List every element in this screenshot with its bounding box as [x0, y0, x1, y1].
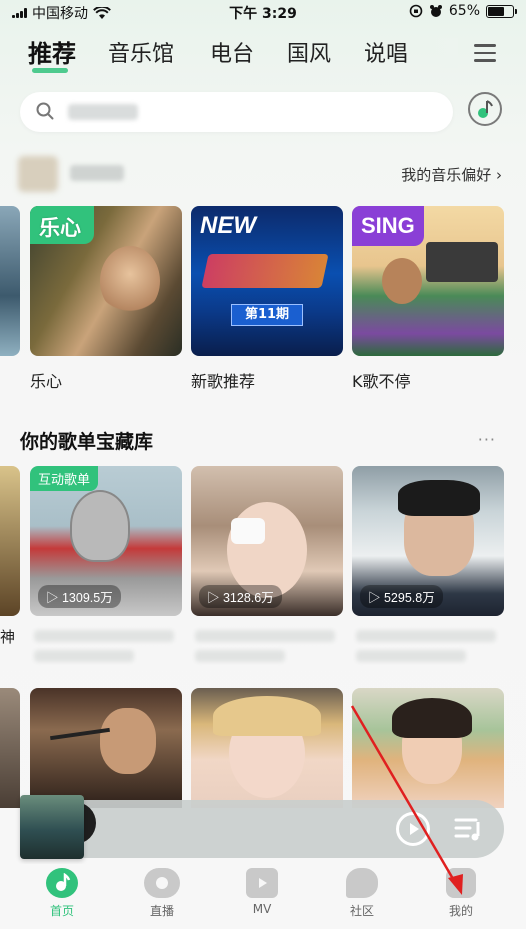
playlist-card-3[interactable]: ▷ 5295.8万: [352, 466, 504, 616]
row3-1-art-face: [100, 708, 156, 774]
row3-3-art-hair: [392, 698, 472, 738]
top-tabs: 推荐 音乐馆 电台 国风 说唱: [0, 36, 526, 80]
tab-radio[interactable]: 电台: [210, 36, 254, 68]
rotation-lock-icon: [409, 4, 423, 18]
battery-percent: 65%: [448, 3, 480, 19]
new-songs-issue: 第11期: [231, 304, 303, 326]
nav-me[interactable]: 我的: [431, 868, 491, 919]
featured-card-partial[interactable]: [0, 206, 20, 356]
community-icon: [346, 868, 378, 898]
row3-card-3[interactable]: [352, 688, 504, 808]
playlist-2-art-eyepatch: [231, 518, 265, 544]
music-preference-link[interactable]: 我的音乐偏好 ›: [401, 164, 502, 185]
play-count-badge: ▷ 1309.5万: [38, 585, 121, 608]
nav-live-label: 直播: [149, 904, 174, 918]
featured-tag-sing: SING: [361, 213, 415, 238]
playlist-card-partial[interactable]: [0, 466, 20, 616]
row3-card-1[interactable]: [30, 688, 182, 808]
battery-icon: [486, 4, 517, 18]
tab-overflow-fade: [408, 38, 458, 68]
play-count-badge: ▷ 5295.8万: [360, 585, 443, 608]
playlist-title-blurred: [195, 630, 335, 642]
home-icon: [46, 868, 78, 898]
playlist-queue-icon[interactable]: [454, 816, 484, 842]
playlist-title-blurred: [356, 630, 496, 642]
featured-tag-lexin: 乐心: [39, 217, 81, 240]
nav-community-label: 社区: [349, 904, 374, 918]
playlist-card-1[interactable]: 互动歌单 ▷ 1309.5万: [30, 466, 182, 616]
tab-guofeng[interactable]: 国风: [287, 36, 331, 68]
tab-music-hall[interactable]: 音乐馆: [108, 36, 174, 68]
row3-card-partial[interactable]: [0, 688, 20, 808]
row3-card-2[interactable]: [191, 688, 343, 808]
profile-icon: [446, 868, 476, 898]
playlist-title-blurred: [34, 630, 174, 642]
search-icon: [36, 102, 54, 120]
play-icon[interactable]: [396, 812, 430, 846]
featured-card-new-songs[interactable]: NEW 第11期: [191, 206, 343, 356]
featured-label-lexin: 乐心: [30, 372, 63, 391]
user-name-blurred: [70, 165, 124, 181]
playlist-title-blurred: [34, 650, 134, 662]
playlist-1-art-head: [70, 490, 130, 562]
user-avatar-blurred: [18, 156, 58, 192]
featured-label-karaoke: K歌不停: [352, 372, 411, 391]
search-bar[interactable]: [20, 92, 453, 132]
more-options-icon[interactable]: ···: [478, 430, 496, 449]
boombox-art: [426, 242, 498, 282]
tab-recommend[interactable]: 推荐: [28, 34, 76, 69]
search-hint-blurred: [68, 104, 138, 120]
playlist-2-art-face: [227, 502, 307, 598]
playlist-card-2[interactable]: ▷ 3128.6万: [191, 466, 343, 616]
nav-mv[interactable]: MV: [232, 868, 292, 916]
singer-art-face: [382, 258, 422, 304]
row3-2-art-hair: [213, 696, 321, 736]
nav-live[interactable]: 直播: [132, 868, 192, 919]
video-icon: [246, 868, 278, 898]
featured-tag-new: NEW: [200, 212, 256, 239]
bottom-nav: 首页 直播 MV 社区 我的: [0, 864, 526, 929]
playlist-3-art-hair: [398, 480, 480, 516]
player-cover-art[interactable]: [20, 795, 84, 859]
featured-card-karaoke[interactable]: SING: [352, 206, 504, 356]
nav-home[interactable]: 首页: [32, 868, 92, 919]
lexin-art-face: [100, 246, 160, 316]
tab-indicator: [32, 68, 68, 73]
playlist-title-blurred: [356, 650, 466, 662]
tab-rap[interactable]: 说唱: [364, 36, 408, 68]
new-songs-art-banner: [201, 254, 329, 288]
eye-icon: [144, 868, 180, 898]
nav-mv-label: MV: [252, 902, 272, 916]
nav-home-label: 首页: [49, 904, 74, 918]
status-bar: 中国移动 下午 3:29 65%: [0, 0, 526, 24]
alarm-icon: [429, 5, 442, 17]
nav-community[interactable]: 社区: [332, 868, 392, 919]
playlist-section-title: 你的歌单宝藏库: [20, 431, 154, 453]
menu-icon[interactable]: [474, 44, 496, 62]
featured-label-new-songs: 新歌推荐: [191, 372, 256, 391]
nav-me-label: 我的: [448, 904, 473, 918]
featured-card-lexin[interactable]: 乐心: [30, 206, 182, 356]
music-recognition-icon[interactable]: [468, 92, 502, 126]
status-right: 65%: [409, 3, 517, 19]
playlist-title-blurred: [195, 650, 285, 662]
play-count-badge: ▷ 3128.6万: [199, 585, 282, 608]
playlist-label-partial: 神: [0, 628, 16, 646]
interactive-playlist-badge: 互动歌单: [30, 466, 99, 491]
